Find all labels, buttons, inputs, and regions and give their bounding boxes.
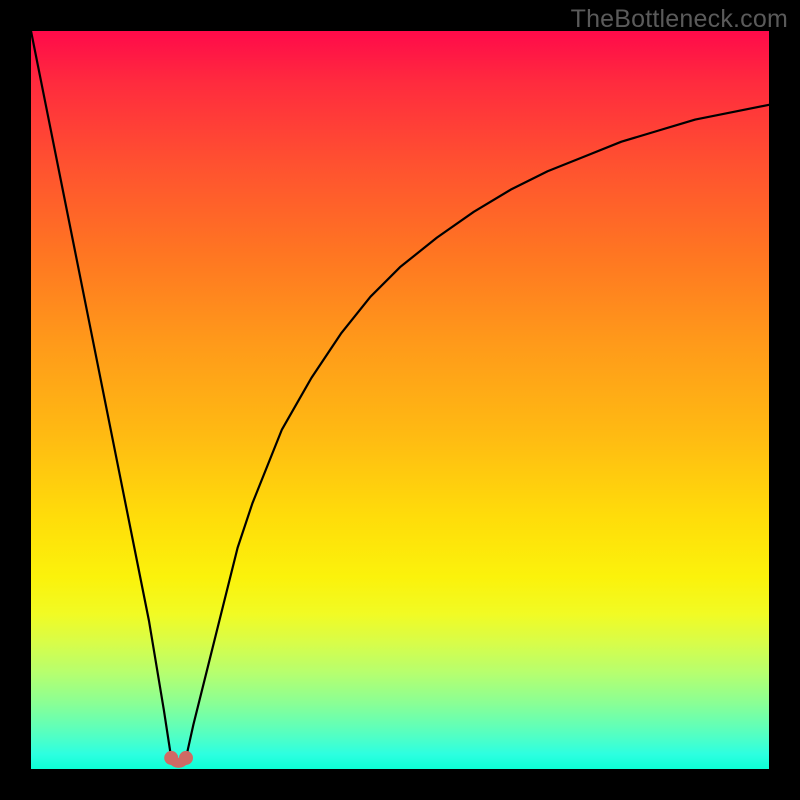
chart-frame: TheBottleneck.com: [0, 0, 800, 800]
curve-marker-bridge: [171, 758, 186, 763]
chart-curve-layer: [31, 31, 769, 769]
bottleneck-curve: [31, 31, 769, 763]
watermark-text: TheBottleneck.com: [571, 5, 788, 34]
chart-plot-area: [31, 31, 769, 769]
